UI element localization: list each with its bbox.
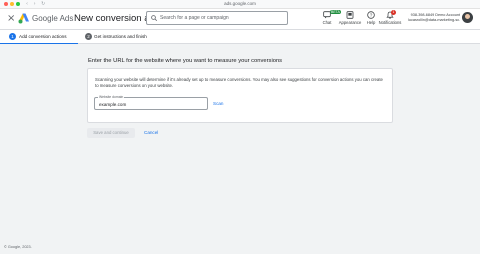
save-and-continue-button[interactable]: Save and continue <box>87 128 135 138</box>
maximize-window-button[interactable] <box>16 2 20 6</box>
scan-description: Scanning your website will determine if … <box>95 77 383 88</box>
search-input[interactable]: Search for a page or campaign <box>160 12 229 25</box>
section-heading: Enter the URL for the website where you … <box>88 58 283 64</box>
cancel-button[interactable]: Cancel <box>144 128 158 138</box>
google-ads-logo-icon <box>18 13 29 24</box>
close-window-button[interactable] <box>4 2 8 6</box>
account-info[interactable]: 938-398-6849 Demo Account lucasrollin@da… <box>408 13 460 23</box>
brand-name: Google Ads <box>32 14 74 23</box>
step-1-number: 1 <box>9 33 16 40</box>
browser-toolbar: ‹ › ↻ ads.google.com <box>0 0 480 15</box>
website-url-card: Scanning your website will determine if … <box>87 68 393 123</box>
svg-text:?: ? <box>370 13 373 18</box>
app-header: × Google Ads New conversion action Searc… <box>0 9 480 30</box>
copyright-footer: © Google, 2023. <box>4 245 32 249</box>
step-2-number: 2 <box>85 33 92 40</box>
notifications-button[interactable]: 1 Notifications <box>378 10 402 25</box>
step-1-label[interactable]: Add conversion actions <box>19 33 67 40</box>
search-icon <box>151 15 157 21</box>
notifications-label: Notifications <box>378 20 402 25</box>
close-icon[interactable]: × <box>7 13 15 25</box>
account-email: lucasrollin@data-marketing-sc... <box>408 18 460 22</box>
website-domain-input[interactable] <box>99 101 203 108</box>
notification-count-badge: 1 <box>391 10 396 15</box>
website-domain-label: Website domain <box>98 95 125 100</box>
website-domain-field[interactable]: Website domain <box>94 95 208 110</box>
help-icon: ? <box>367 11 375 19</box>
chat-label: Chat <box>322 20 332 25</box>
appearance-icon <box>346 11 354 19</box>
step-2-label[interactable]: Get instructions and finish <box>94 33 147 40</box>
scan-button[interactable]: Scan <box>213 101 223 107</box>
browser-url[interactable]: ads.google.com <box>200 1 280 7</box>
search-box[interactable]: Search for a page or campaign <box>146 11 288 25</box>
browser-nav-icons[interactable]: ‹ › ↻ <box>26 1 47 7</box>
avatar[interactable] <box>462 12 473 23</box>
active-step-indicator <box>0 42 78 44</box>
chat-button[interactable]: BETA Chat <box>315 10 341 25</box>
minimize-window-button[interactable] <box>10 2 14 6</box>
progress-stepper: 1 Add conversion actions 2 Get instructi… <box>0 30 480 44</box>
